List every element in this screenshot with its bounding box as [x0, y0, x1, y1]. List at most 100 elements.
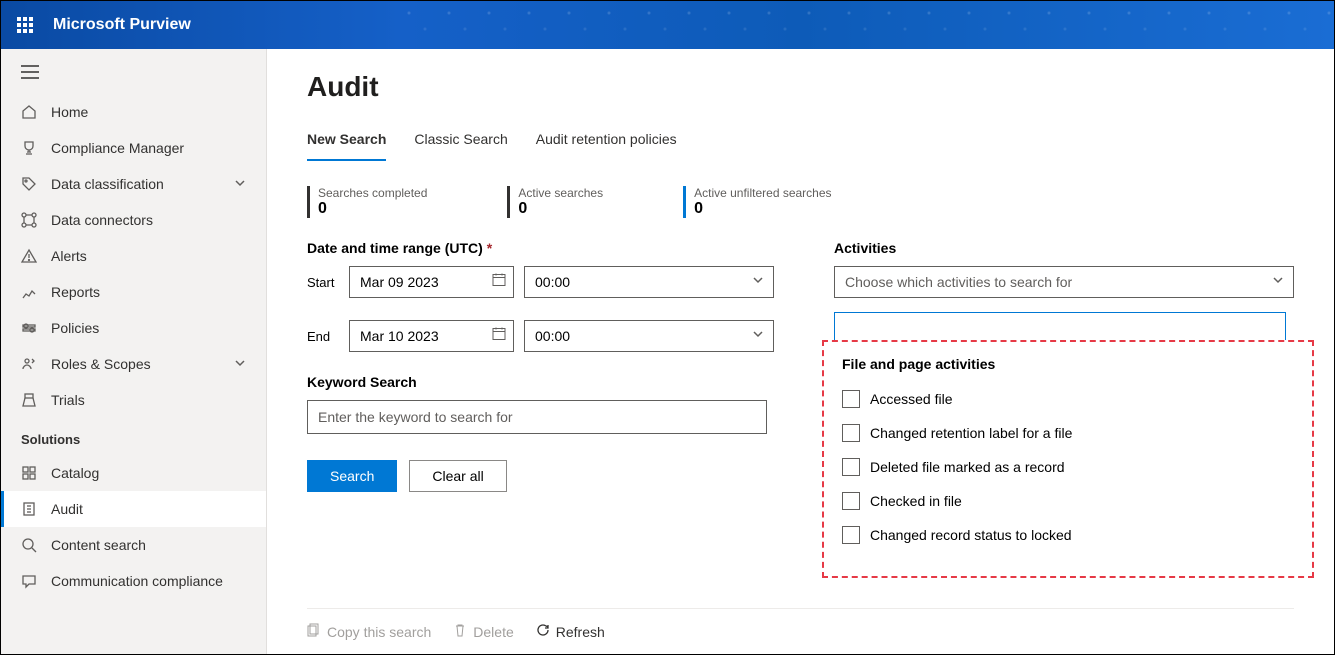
tag-icon	[21, 176, 37, 192]
search-button[interactable]: Search	[307, 460, 397, 492]
activity-label: Changed record status to locked	[870, 527, 1072, 543]
sidebar-item-reports[interactable]: Reports	[1, 274, 266, 310]
trophy-icon	[21, 140, 37, 156]
hamburger-icon[interactable]	[1, 49, 266, 94]
sidebar-item-label: Policies	[51, 320, 99, 336]
sidebar-item-label: Reports	[51, 284, 100, 300]
start-date-input[interactable]	[349, 266, 514, 298]
audit-icon	[21, 501, 37, 517]
end-label: End	[307, 329, 339, 344]
keyword-search-input[interactable]	[307, 400, 767, 434]
delete-icon	[453, 623, 467, 640]
trials-icon	[21, 392, 37, 408]
main-content: Audit New Search Classic Search Audit re…	[267, 49, 1334, 654]
activity-checkbox[interactable]	[842, 526, 860, 544]
alerts-icon	[21, 248, 37, 264]
sidebar-item-trials[interactable]: Trials	[1, 382, 266, 418]
activity-item[interactable]: Deleted file marked as a record	[842, 450, 1302, 484]
app-header: Microsoft Purview	[1, 1, 1334, 49]
connectors-icon	[21, 212, 37, 228]
activity-item[interactable]: Changed retention label for a file	[842, 416, 1302, 450]
sidebar-item-data-classification[interactable]: Data classification	[1, 166, 266, 202]
tab-audit-retention-policies[interactable]: Audit retention policies	[536, 123, 677, 161]
app-title: Microsoft Purview	[53, 16, 191, 34]
sidebar-item-home[interactable]: Home	[1, 94, 266, 130]
activity-label: Accessed file	[870, 391, 952, 407]
activity-label: Deleted file marked as a record	[870, 459, 1065, 475]
date-range-label: Date and time range (UTC) *	[307, 240, 774, 256]
chevron-down-icon	[234, 356, 246, 372]
sidebar-item-label: Audit	[51, 501, 83, 517]
footer-actions: Copy this search Delete Refresh	[307, 608, 1294, 654]
sidebar: Home Compliance Manager Data classificat…	[1, 49, 267, 654]
sidebar-item-label: Trials	[51, 392, 85, 408]
sidebar-item-roles-scopes[interactable]: Roles & Scopes	[1, 346, 266, 382]
activity-checkbox[interactable]	[842, 492, 860, 510]
activities-label: Activities	[834, 240, 1294, 256]
page-title: Audit	[307, 71, 1294, 103]
stat-label: Active unfiltered searches	[694, 186, 831, 200]
refresh-action[interactable]: Refresh	[536, 623, 605, 640]
stat-searches-completed: Searches completed 0	[307, 186, 427, 218]
activity-item[interactable]: Changed record status to locked	[842, 518, 1302, 552]
activity-label: Changed retention label for a file	[870, 425, 1072, 441]
activity-checkbox[interactable]	[842, 424, 860, 442]
activities-dropdown-panel: File and page activities Accessed file C…	[822, 340, 1314, 578]
search-icon	[21, 537, 37, 553]
clear-all-button[interactable]: Clear all	[409, 460, 506, 492]
start-time-select[interactable]	[524, 266, 774, 298]
refresh-icon	[536, 623, 550, 640]
tab-bar: New Search Classic Search Audit retentio…	[307, 123, 1294, 162]
sidebar-item-label: Catalog	[51, 465, 99, 481]
activity-checkbox[interactable]	[842, 458, 860, 476]
copy-icon	[307, 623, 321, 640]
sidebar-item-label: Data classification	[51, 176, 164, 192]
roles-icon	[21, 356, 37, 372]
tab-new-search[interactable]: New Search	[307, 123, 386, 161]
stats-row: Searches completed 0 Active searches 0 A…	[307, 186, 1294, 218]
activities-group-title: File and page activities	[842, 356, 1302, 372]
sidebar-item-catalog[interactable]: Catalog	[1, 455, 266, 491]
sidebar-section-solutions: Solutions	[1, 418, 266, 455]
stat-value: 0	[694, 200, 831, 218]
home-icon	[21, 104, 37, 120]
app-launcher-icon[interactable]	[9, 9, 41, 41]
activity-item[interactable]: Checked in file	[842, 484, 1302, 518]
activity-checkbox[interactable]	[842, 390, 860, 408]
keyword-search-label: Keyword Search	[307, 374, 774, 390]
policies-icon	[21, 320, 37, 336]
sidebar-item-compliance-manager[interactable]: Compliance Manager	[1, 130, 266, 166]
end-time-select[interactable]	[524, 320, 774, 352]
sidebar-item-communication-compliance[interactable]: Communication compliance	[1, 563, 266, 599]
sidebar-item-alerts[interactable]: Alerts	[1, 238, 266, 274]
activities-select[interactable]: Choose which activities to search for	[834, 266, 1294, 298]
reports-icon	[21, 284, 37, 300]
stat-active-searches: Active searches 0	[507, 186, 603, 218]
sidebar-item-label: Communication compliance	[51, 573, 223, 589]
stat-active-unfiltered-searches: Active unfiltered searches 0	[683, 186, 831, 218]
catalog-icon	[21, 465, 37, 481]
sidebar-item-label: Content search	[51, 537, 146, 553]
end-date-input[interactable]	[349, 320, 514, 352]
chevron-down-icon	[234, 176, 246, 192]
delete-action: Delete	[453, 623, 513, 640]
sidebar-item-content-search[interactable]: Content search	[1, 527, 266, 563]
stat-value: 0	[518, 200, 603, 218]
comm-icon	[21, 573, 37, 589]
sidebar-item-label: Home	[51, 104, 88, 120]
tab-classic-search[interactable]: Classic Search	[414, 123, 507, 161]
sidebar-item-label: Alerts	[51, 248, 87, 264]
sidebar-item-label: Data connectors	[51, 212, 153, 228]
stat-label: Active searches	[518, 186, 603, 200]
activity-item[interactable]: Accessed file	[842, 382, 1302, 416]
sidebar-item-data-connectors[interactable]: Data connectors	[1, 202, 266, 238]
sidebar-item-audit[interactable]: Audit	[1, 491, 266, 527]
activity-label: Checked in file	[870, 493, 962, 509]
stat-value: 0	[318, 200, 427, 218]
copy-search-action: Copy this search	[307, 623, 431, 640]
stat-label: Searches completed	[318, 186, 427, 200]
sidebar-item-label: Compliance Manager	[51, 140, 184, 156]
start-label: Start	[307, 275, 339, 290]
sidebar-item-policies[interactable]: Policies	[1, 310, 266, 346]
sidebar-item-label: Roles & Scopes	[51, 356, 151, 372]
